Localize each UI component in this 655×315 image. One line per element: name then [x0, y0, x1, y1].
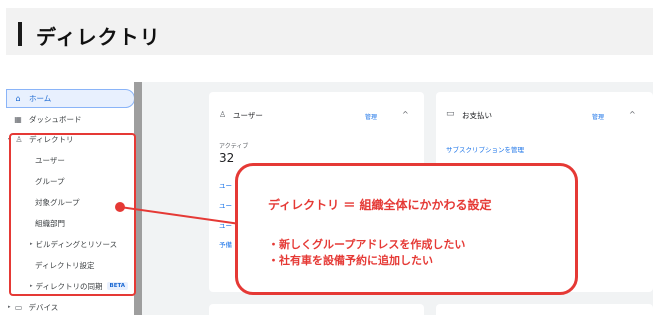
person-icon: ♙: [219, 110, 227, 119]
users-link[interactable]: 予備: [219, 239, 232, 249]
home-icon: ⌂: [15, 94, 21, 103]
sidebar-item-label: ダッシュボード: [29, 114, 82, 124]
users-link[interactable]: ユー: [219, 180, 232, 190]
sidebar-item-dashboard[interactable]: ▦ ダッシュボード: [6, 109, 82, 129]
active-users-count: 32: [219, 151, 235, 165]
chevron-up-icon[interactable]: ^: [629, 110, 636, 119]
users-link[interactable]: ユー: [219, 220, 232, 230]
users-manage-link[interactable]: 管理: [365, 112, 377, 121]
slide: ディレクトリ ⌂ ホーム ▦ ダッシュボード ▾ ♙ ディレクトリ ユーザー グ…: [0, 0, 655, 315]
page-title: ディレクトリ: [36, 25, 161, 49]
sidebar-item-label: デバイス: [28, 302, 59, 312]
title-banner: ディレクトリ: [6, 8, 653, 55]
credit-card-icon: ▭: [446, 109, 455, 119]
users-card-title: ユーザー: [233, 111, 263, 120]
manage-subscriptions-link[interactable]: サブスクリプションを管理: [446, 144, 524, 154]
lower-card-left: [209, 304, 424, 315]
users-link[interactable]: ユー: [219, 200, 232, 210]
title-accent-bar: [18, 22, 22, 46]
lower-card-right: [436, 304, 653, 315]
callout-title: ディレクトリ ＝ 組織全体にかかわる設定: [268, 198, 492, 212]
active-users-label: アクティブ: [219, 143, 249, 150]
callout-line: ・新しくグループアドレスを作成したい: [268, 238, 466, 251]
annotation-callout: ディレクトリ ＝ 組織全体にかかわる設定 ・新しくグループアドレスを作成したい …: [235, 163, 578, 295]
chevron-up-icon[interactable]: ^: [402, 110, 409, 119]
sidebar-item-label: ホーム: [29, 94, 52, 103]
directory-highlight-frame: [9, 133, 136, 296]
billing-manage-link[interactable]: 管理: [592, 112, 604, 121]
billing-card-title: お支払い: [462, 111, 492, 120]
devices-icon: ▭: [14, 302, 23, 312]
dashboard-icon: ▦: [14, 114, 22, 124]
callout-line: ・社有車を設備予約に追加したい: [268, 254, 433, 267]
sidebar-item-home[interactable]: ⌂ ホーム: [6, 89, 135, 108]
expand-arrow-icon: ▸: [8, 304, 11, 310]
sidebar-item-devices[interactable]: ▸ ▭ デバイス: [6, 297, 58, 315]
